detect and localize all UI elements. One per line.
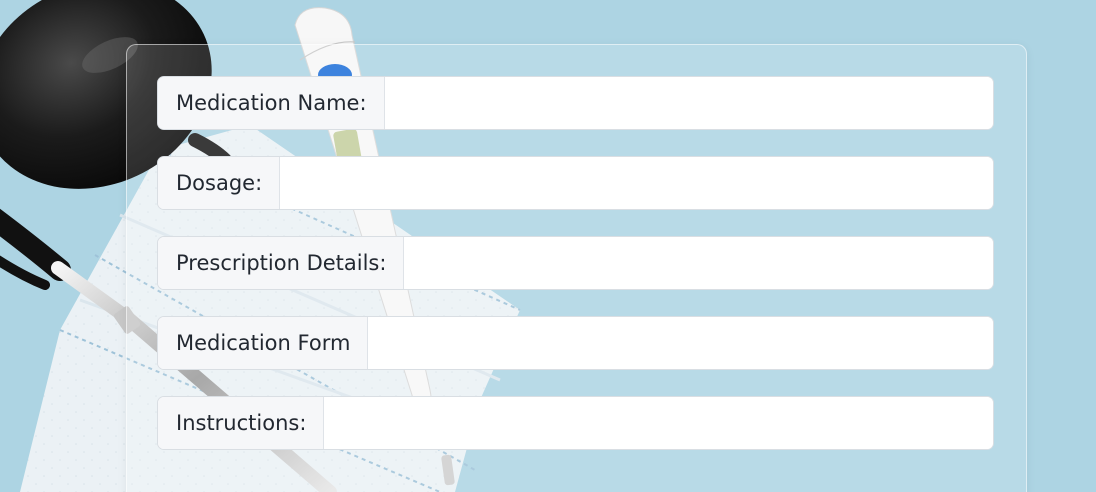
medication-form-label: Medication Form [158, 317, 369, 369]
instructions-label: Instructions: [158, 397, 325, 449]
instructions-field: Instructions: [157, 396, 994, 450]
prescription-details-input[interactable] [404, 237, 993, 289]
prescription-details-field: Prescription Details: [157, 236, 994, 290]
dosage-input[interactable] [280, 157, 993, 209]
medication-name-input[interactable] [384, 77, 993, 129]
dosage-label: Dosage: [158, 157, 281, 209]
dosage-field: Dosage: [157, 156, 994, 210]
medication-form-input[interactable] [368, 317, 993, 369]
prescription-details-label: Prescription Details: [158, 237, 405, 289]
medication-form-field: Medication Form [157, 316, 994, 370]
instructions-input[interactable] [324, 397, 993, 449]
medication-name-label: Medication Name: [158, 77, 385, 129]
medication-name-field: Medication Name: [157, 76, 994, 130]
